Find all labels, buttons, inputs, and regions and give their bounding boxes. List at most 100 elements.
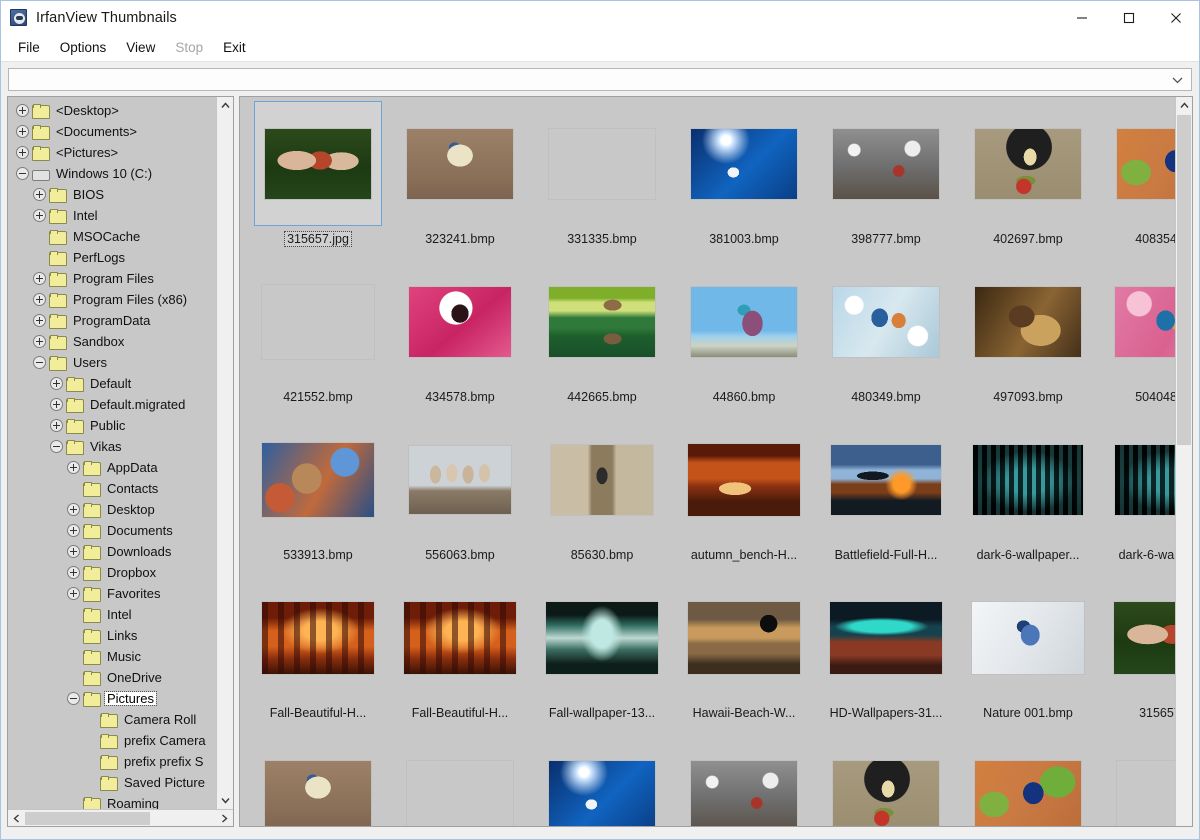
thumbnail-item[interactable]	[254, 733, 382, 826]
thumbnail-item[interactable]: Fall-wallpaper-13...	[538, 575, 666, 733]
expand-plus-icon[interactable]	[16, 104, 29, 117]
chevron-up-icon[interactable]	[217, 97, 234, 114]
chevron-left-icon[interactable]	[8, 810, 25, 827]
collapse-minus-icon[interactable]	[67, 692, 80, 705]
tree-horizontal-scrollbar[interactable]	[8, 809, 233, 826]
thumbnail-item[interactable]: 408354.bmp	[1106, 101, 1175, 259]
tree-node-pictures[interactable]: Pictures	[10, 688, 216, 709]
tree-vertical-scrollbar[interactable]	[216, 97, 233, 809]
collapse-minus-icon[interactable]	[33, 356, 46, 369]
tree-node-prefix-prefix-s[interactable]: prefix prefix S	[10, 751, 216, 772]
thumbnail-image-selected[interactable]	[254, 101, 382, 226]
tree-node-documents[interactable]: <Documents>	[10, 121, 216, 142]
close-icon[interactable]	[1152, 1, 1199, 34]
tree-node-desktop[interactable]: Desktop	[10, 499, 216, 520]
thumbnail-item[interactable]: dark-6-wallpaper...	[964, 417, 1092, 575]
thumbnail-image[interactable]	[538, 733, 666, 826]
thumbnail-image[interactable]	[538, 417, 666, 542]
expand-plus-icon[interactable]	[33, 293, 46, 306]
thumbnail-image[interactable]	[822, 733, 950, 826]
menu-item-options[interactable]: Options	[51, 38, 116, 58]
tree-node-desktop[interactable]: <Desktop>	[10, 100, 216, 121]
chevron-down-icon[interactable]	[217, 792, 234, 809]
thumbnail-item[interactable]: 421552.bmp	[254, 259, 382, 417]
expand-plus-icon[interactable]	[67, 503, 80, 516]
thumbnail-image[interactable]	[680, 733, 808, 826]
chevron-right-icon[interactable]	[216, 810, 233, 827]
minimize-icon[interactable]	[1058, 1, 1105, 34]
tree-node-pictures[interactable]: <Pictures>	[10, 142, 216, 163]
thumbnail-image[interactable]	[680, 575, 808, 700]
tree-node-links[interactable]: Links	[10, 625, 216, 646]
thumbnail-image[interactable]	[1106, 101, 1175, 226]
thumbnail-item[interactable]: 323241.bmp	[396, 101, 524, 259]
chevron-up-icon[interactable]	[1176, 97, 1193, 114]
tree-node-prefix-camera[interactable]: prefix Camera	[10, 730, 216, 751]
tree-node-intel[interactable]: Intel	[10, 604, 216, 625]
thumbnail-item[interactable]: 381003.bmp	[680, 101, 808, 259]
thumbnail-image[interactable]	[822, 259, 950, 384]
thumbnail-image[interactable]	[680, 259, 808, 384]
tree-node-intel[interactable]: Intel	[10, 205, 216, 226]
menu-item-file[interactable]: File	[9, 38, 49, 58]
expand-plus-icon[interactable]	[67, 566, 80, 579]
thumbnail-image[interactable]	[396, 417, 524, 542]
tree-node-public[interactable]: Public	[10, 415, 216, 436]
tree-node-programdata[interactable]: ProgramData	[10, 310, 216, 331]
tree-node-program-files[interactable]: Program Files	[10, 268, 216, 289]
thumbnail-item[interactable]: 315657.jpg	[254, 101, 382, 259]
thumbnail-image[interactable]	[822, 101, 950, 226]
thumbnail-image[interactable]	[254, 575, 382, 700]
thumbnail-item[interactable]	[680, 733, 808, 826]
thumbnail-item[interactable]: HD-Wallpapers-31...	[822, 575, 950, 733]
thumbnail-image[interactable]	[964, 417, 1092, 542]
tree-node-onedrive[interactable]: OneDrive	[10, 667, 216, 688]
expand-plus-icon[interactable]	[16, 146, 29, 159]
thumbnail-item[interactable]	[538, 733, 666, 826]
thumbnail-image[interactable]	[538, 101, 666, 226]
maximize-icon[interactable]	[1105, 1, 1152, 34]
tree-node-msocache[interactable]: MSOCache	[10, 226, 216, 247]
thumbnail-image[interactable]	[1106, 417, 1175, 542]
tree-node-vikas[interactable]: Vikas	[10, 436, 216, 457]
thumbnail-item[interactable]	[822, 733, 950, 826]
expand-plus-icon[interactable]	[33, 314, 46, 327]
tree-node-contacts[interactable]: Contacts	[10, 478, 216, 499]
thumbnail-item[interactable]: autumn_bench-H...	[680, 417, 808, 575]
menu-item-view[interactable]: View	[117, 38, 164, 58]
thumbnail-item[interactable]: dark-6-wallpaper...	[1106, 417, 1175, 575]
folder-combobox[interactable]	[8, 68, 1192, 91]
thumbnail-image[interactable]	[538, 575, 666, 700]
tree-node-documents[interactable]: Documents	[10, 520, 216, 541]
expand-plus-icon[interactable]	[67, 461, 80, 474]
collapse-minus-icon[interactable]	[16, 167, 29, 180]
thumbnail-item[interactable]: 85630.bmp	[538, 417, 666, 575]
thumbnail-item[interactable]: Fall-Beautiful-H...	[254, 575, 382, 733]
thumbnail-item[interactable]: 533913.bmp	[254, 417, 382, 575]
thumbnail-image[interactable]	[396, 101, 524, 226]
thumbnail-image[interactable]	[254, 417, 382, 542]
thumbnail-item[interactable]: 497093.bmp	[964, 259, 1092, 417]
tree-node-appdata[interactable]: AppData	[10, 457, 216, 478]
thumbnail-image[interactable]	[1106, 259, 1175, 384]
thumbnail-image[interactable]	[254, 733, 382, 826]
tree-node-bios[interactable]: BIOS	[10, 184, 216, 205]
thumbnail-image[interactable]	[538, 259, 666, 384]
thumbnail-image[interactable]	[964, 575, 1092, 700]
thumbnail-item[interactable]: 442665.bmp	[538, 259, 666, 417]
thumbnail-image[interactable]	[396, 733, 524, 826]
thumbnail-item[interactable]: 556063.bmp	[396, 417, 524, 575]
thumbnail-item[interactable]: 315657.jpg	[1106, 575, 1175, 733]
thumbnail-image[interactable]	[396, 575, 524, 700]
thumbnail-scroll-area[interactable]: 315657.jpg323241.bmp331335.bmp381003.bmp…	[240, 97, 1175, 826]
folder-tree[interactable]: <Desktop><Documents><Pictures>Windows 10…	[8, 97, 216, 809]
tree-node-program-files-x86[interactable]: Program Files (x86)	[10, 289, 216, 310]
thumbnail-image[interactable]	[1106, 733, 1175, 826]
tree-node-perflogs[interactable]: PerfLogs	[10, 247, 216, 268]
thumbnail-vscroll-thumb[interactable]	[1177, 115, 1191, 445]
tree-node-default-migrated[interactable]: Default.migrated	[10, 394, 216, 415]
thumbnail-image[interactable]	[680, 101, 808, 226]
expand-plus-icon[interactable]	[33, 272, 46, 285]
thumbnail-image[interactable]	[822, 575, 950, 700]
tree-node-default[interactable]: Default	[10, 373, 216, 394]
